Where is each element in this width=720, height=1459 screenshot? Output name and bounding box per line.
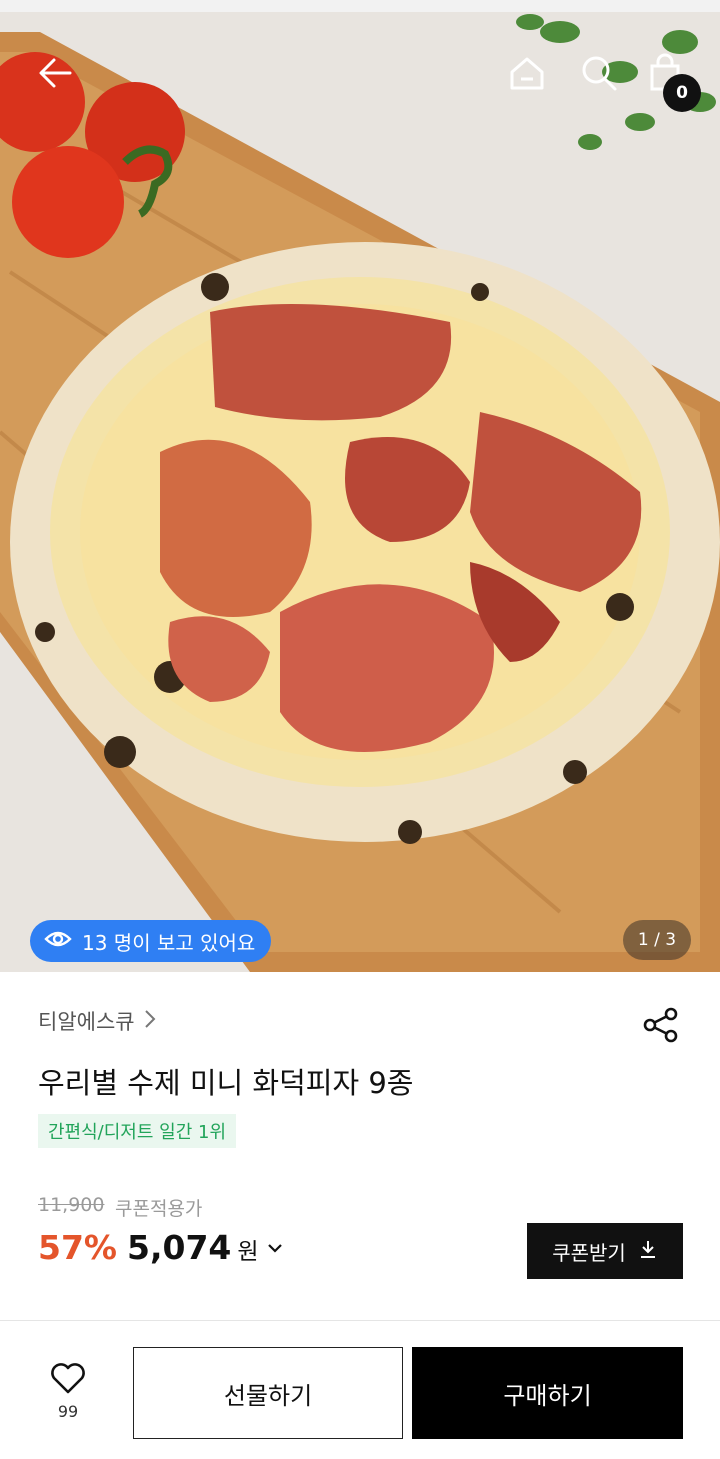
gift-button[interactable]: 선물하기 (133, 1347, 403, 1439)
viewer-count-badge: 13 명이 보고 있어요 (30, 920, 272, 962)
coupon-button-label: 쿠폰받기 (552, 1240, 626, 1265)
status-strip (0, 0, 720, 12)
ranking-tag: 간편식/디저트 일간 1위 (38, 1114, 236, 1148)
share-icon[interactable] (640, 1004, 682, 1046)
product-title: 우리별 수제 미니 화덕피자 9종 (38, 1066, 414, 1100)
product-photo (0, 12, 720, 972)
discount-rate: 57% (38, 1228, 117, 1267)
buy-button[interactable]: 구매하기 (412, 1347, 683, 1439)
image-pager: 1 / 3 (623, 920, 691, 960)
viewer-count-text: 13 명이 보고 있어요 (82, 930, 256, 955)
download-icon (638, 1239, 658, 1264)
chevron-right-icon (143, 1008, 157, 1035)
brand-link[interactable]: 티알에스큐 (38, 1006, 157, 1036)
currency-unit: 원 (237, 1239, 259, 1265)
coupon-download-button[interactable]: 쿠폰받기 (527, 1223, 683, 1279)
price-row: 57% 5,074 원 (38, 1228, 285, 1267)
divider (0, 1320, 720, 1321)
sale-price: 5,074 (127, 1228, 232, 1267)
home-icon[interactable] (506, 52, 548, 94)
original-price: 11,900 (38, 1194, 105, 1216)
chevron-down-icon[interactable] (265, 1238, 285, 1258)
top-navigation: 0 (0, 24, 720, 119)
back-arrow-icon[interactable] (34, 52, 76, 94)
eye-icon (44, 929, 72, 954)
heart-icon (50, 1362, 86, 1398)
coupon-price-label: 쿠폰적용가 (115, 1198, 203, 1220)
like-count: 99 (57, 1402, 79, 1421)
product-image-carousel[interactable]: 0 13 명이 보고 있어요 1 / 3 (0, 12, 720, 972)
search-icon[interactable] (578, 52, 620, 94)
like-button[interactable]: 99 (40, 1362, 96, 1428)
brand-name: 티알에스큐 (38, 1010, 135, 1034)
cart-count-badge: 0 (663, 74, 701, 112)
